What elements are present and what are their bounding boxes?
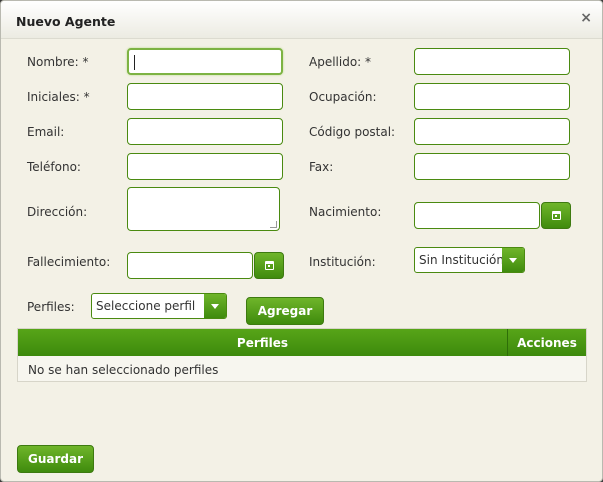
perfiles-table: Perfiles Acciones No se han seleccionado… <box>17 328 587 382</box>
ocupacion-label: Ocupación: <box>309 90 377 104</box>
close-icon[interactable]: × <box>580 10 592 26</box>
telefono-label: Teléfono: <box>27 160 81 174</box>
iniciales-label: Iniciales: * <box>27 90 90 104</box>
institucion-selected-value: Sin Institución <box>419 253 504 267</box>
fallecimiento-calendar-button[interactable] <box>254 252 284 279</box>
apellido-input[interactable] <box>414 48 570 75</box>
chevron-down-icon[interactable] <box>502 248 524 272</box>
perfiles-selected-value: Seleccione perfil <box>96 299 196 313</box>
direccion-label: Dirección: <box>27 205 88 219</box>
text-caret <box>134 55 135 70</box>
dialog-title: Nuevo Agente <box>16 14 116 29</box>
apellido-label: Apellido: * <box>309 55 372 69</box>
guardar-button[interactable]: Guardar <box>17 445 94 473</box>
codigo-postal-input[interactable] <box>414 118 570 145</box>
institucion-select[interactable]: Sin Institución <box>414 247 525 273</box>
calendar-icon <box>264 261 274 270</box>
column-header-acciones: Acciones <box>517 335 577 350</box>
perfiles-select[interactable]: Seleccione perfil <box>91 293 227 319</box>
agregar-button[interactable]: Agregar <box>246 297 324 325</box>
telefono-input[interactable] <box>127 153 283 180</box>
nombre-input[interactable] <box>127 48 283 75</box>
email-label: Email: <box>27 125 65 139</box>
perfiles-label: Perfiles: <box>27 300 75 314</box>
nuevo-agente-dialog: Nuevo Agente × Nombre: * Apellido: * Ini… <box>0 0 603 482</box>
fax-input[interactable] <box>414 153 570 180</box>
email-input[interactable] <box>127 118 283 145</box>
codigo-postal-label: Código postal: <box>309 125 396 139</box>
table-header: Perfiles Acciones <box>18 329 586 356</box>
fallecimiento-input[interactable] <box>127 252 253 279</box>
chevron-down-icon[interactable] <box>204 294 226 318</box>
nombre-label: Nombre: * <box>27 55 89 69</box>
nacimiento-calendar-button[interactable] <box>541 202 571 229</box>
table-empty-message: No se han seleccionado perfiles <box>28 363 219 377</box>
institucion-label: Institución: <box>309 255 376 269</box>
direccion-textarea[interactable] <box>127 187 280 231</box>
dialog-titlebar: Nuevo Agente × <box>1 1 602 39</box>
ocupacion-input[interactable] <box>414 83 570 110</box>
resize-grip-icon[interactable] <box>270 221 277 228</box>
column-header-perfiles: Perfiles <box>236 335 289 350</box>
calendar-icon <box>551 211 561 220</box>
fax-label: Fax: <box>309 160 334 174</box>
nacimiento-input[interactable] <box>414 202 540 229</box>
nacimiento-label: Nacimiento: <box>309 205 382 219</box>
iniciales-input[interactable] <box>127 83 283 110</box>
fallecimiento-label: Fallecimiento: <box>27 255 111 269</box>
